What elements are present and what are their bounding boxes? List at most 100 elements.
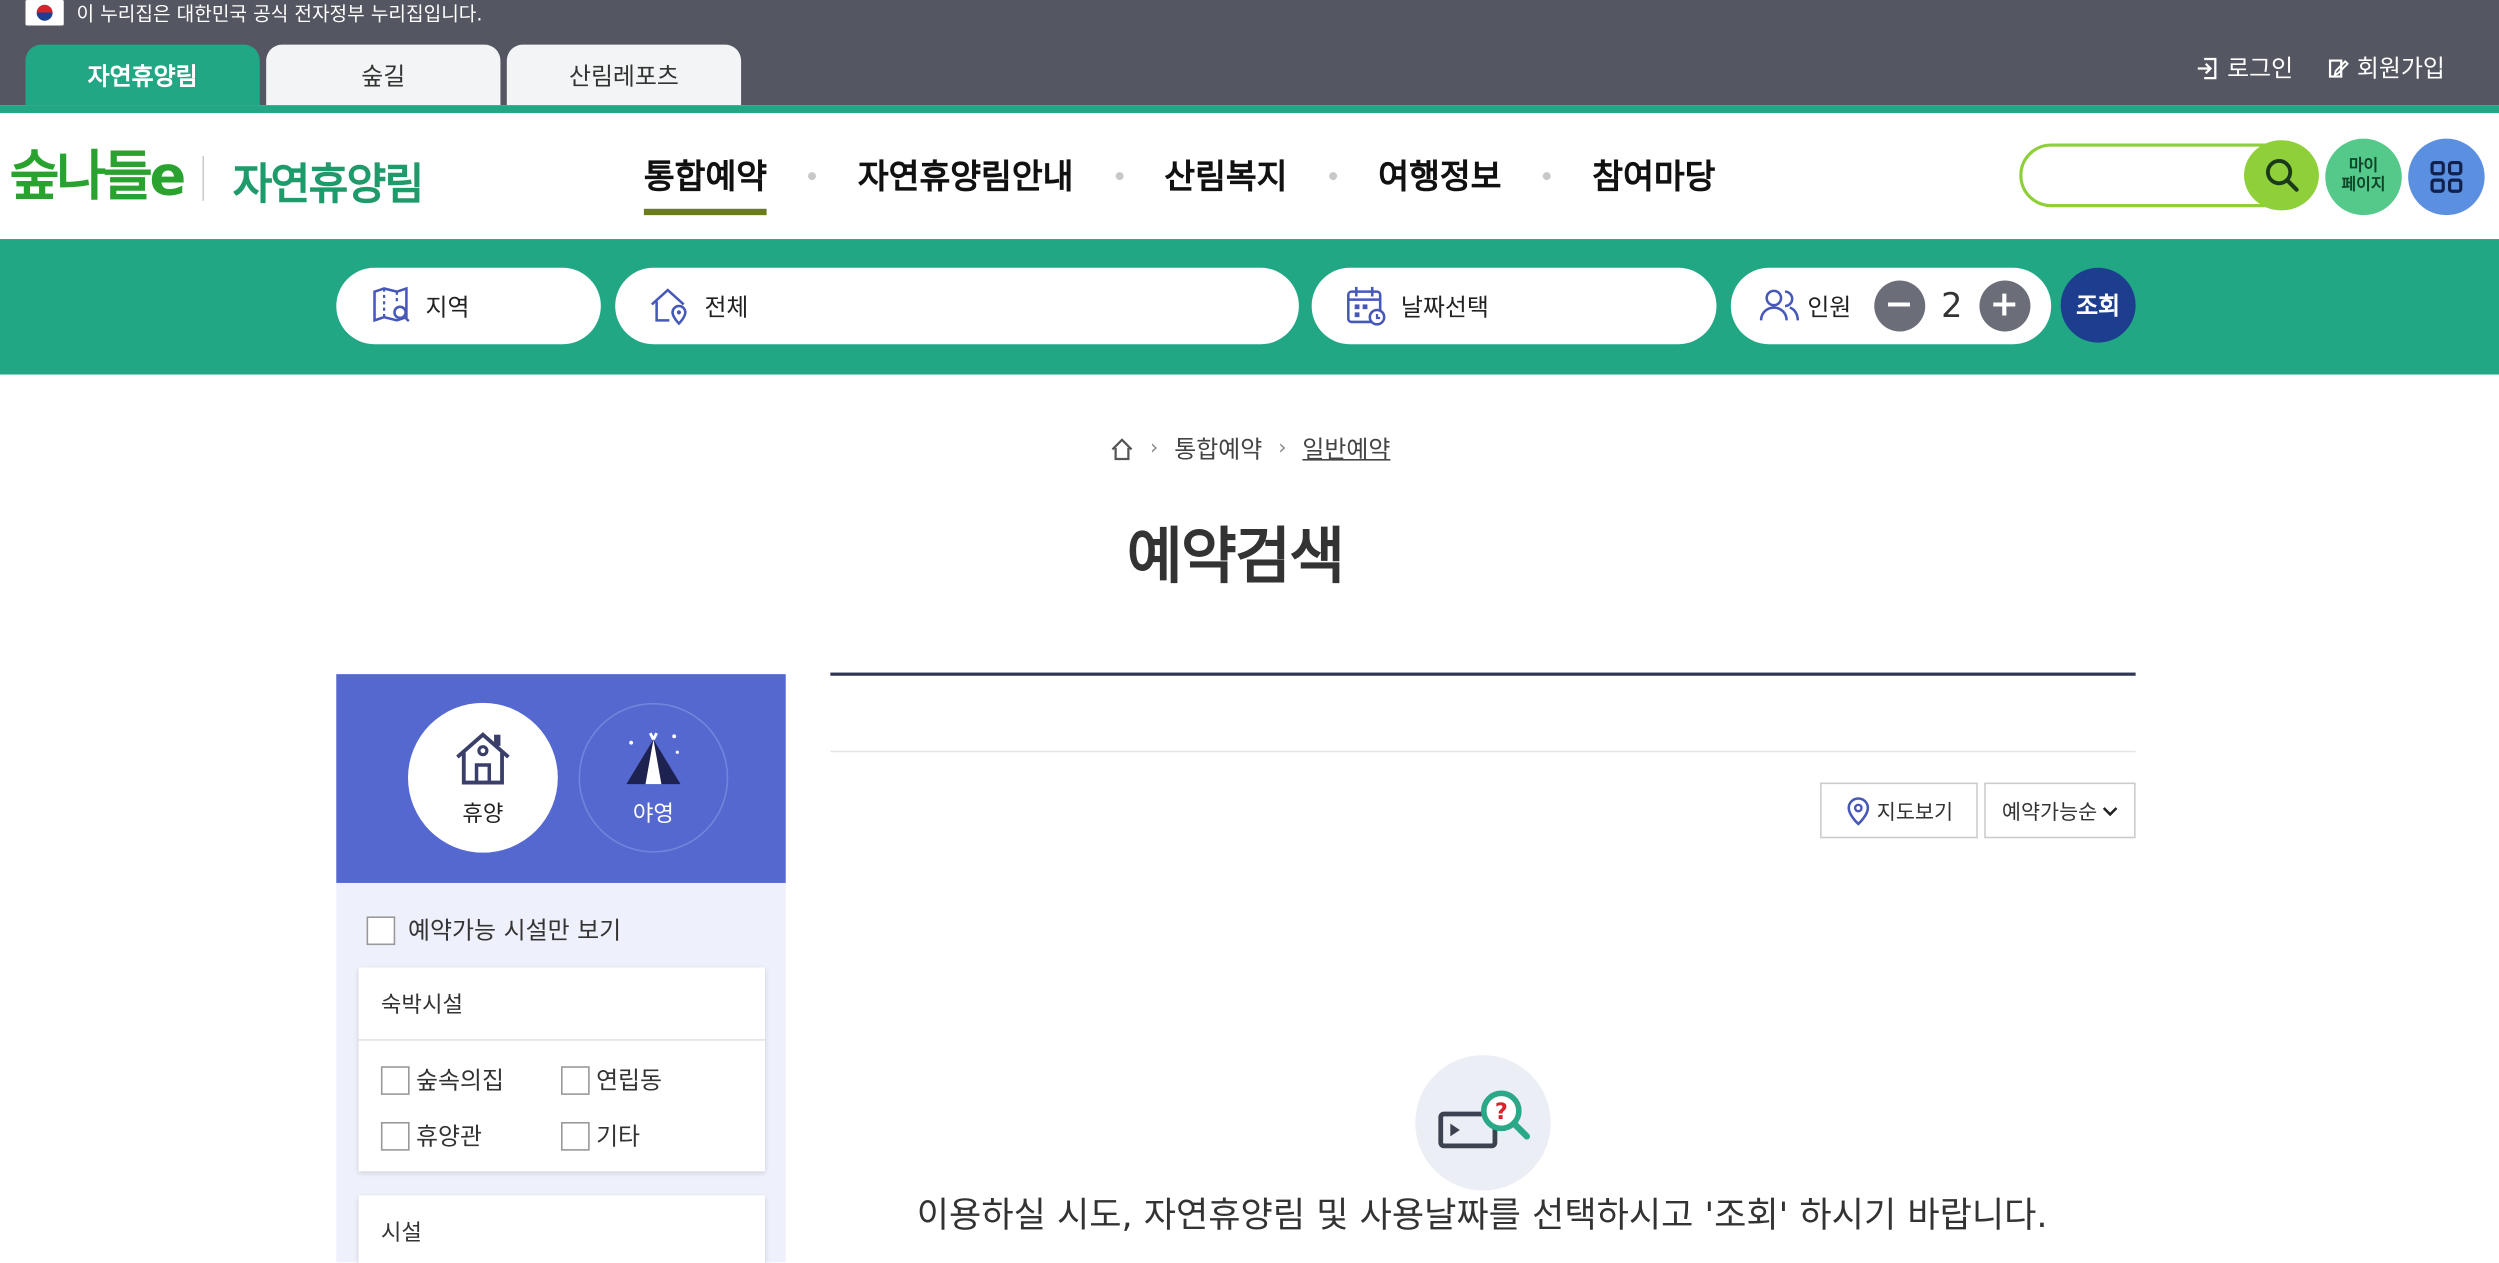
people-stepper: 인원 − 2 +: [1730, 267, 2052, 345]
empty-result-illustration: ?: [1415, 1055, 1551, 1191]
korea-flag-icon: [25, 0, 64, 26]
reservation-search-bar: 지역 전체 날짜선택 인원 − 2 + 조회: [0, 239, 2499, 375]
search-submit-button[interactable]: 조회: [2060, 267, 2136, 343]
site-tabs: 자연휴양림 숲길 산림레포츠: [25, 44, 742, 106]
checkbox[interactable]: [561, 1121, 590, 1150]
chevron-right-icon: ›: [1278, 436, 1287, 461]
login-label: 로그인: [2227, 54, 2294, 83]
nav-participation[interactable]: 참여마당: [1592, 151, 1715, 199]
region-select[interactable]: 지역: [336, 267, 601, 345]
location-pin-icon: [1846, 796, 1869, 825]
checkbox[interactable]: [380, 1121, 410, 1150]
type-rest-button[interactable]: 휴양: [408, 702, 558, 853]
resort-value: 전체: [704, 292, 749, 322]
home-icon[interactable]: [1109, 436, 1135, 462]
login-link[interactable]: 로그인: [2195, 51, 2293, 84]
empty-result-message: 이용하실 시도, 자연휴양림 및 사용날짜를 선택하시고 '조회' 하시기 바랍…: [916, 1196, 2048, 1237]
people-decrease-button[interactable]: −: [1873, 280, 1925, 332]
resort-select[interactable]: 전체: [615, 267, 1299, 345]
calendar-icon: [1347, 286, 1386, 326]
mypage-label-line2: 페이지: [2341, 176, 2386, 195]
nav-forest-welfare[interactable]: 산림복지: [1164, 151, 1287, 199]
login-icon: [2198, 57, 2218, 79]
option-label: 휴양관: [415, 1122, 482, 1151]
lodging-filter-title: 숙박시설: [358, 967, 765, 1041]
main-nav: 통합예약 자연휴양림안내 산림복지 여행정보 참여마당: [643, 151, 1715, 216]
type-camp-button[interactable]: 야영: [578, 702, 729, 853]
signup-label: 회원가입: [2356, 54, 2445, 83]
sort-value: 예약가능순: [2001, 801, 2098, 826]
lodging-option-row-house[interactable]: 연립동: [561, 1063, 741, 1096]
tab-forest-leisure[interactable]: 산림레포츠: [506, 44, 742, 106]
nav-separator: [1542, 171, 1551, 180]
people-label: 인원: [1807, 292, 1852, 322]
search-icon: [2265, 159, 2298, 192]
gov-notice: 이 누리집은 대한민국 공식 전자정부 누리집입니다.: [25, 0, 483, 26]
results-divider: [830, 750, 2136, 753]
tent-icon: [626, 732, 681, 785]
date-select[interactable]: 날짜선택: [1311, 267, 1717, 345]
facility-type-switch: 휴양 야영: [336, 674, 786, 883]
page-root: 이 누리집은 대한민국 공식 전자정부 누리집입니다. 자연휴양림 숲길 산림레…: [0, 0, 2499, 1263]
tab-forest-trail[interactable]: 숲길: [266, 44, 501, 106]
people-count: 2: [1941, 286, 1963, 326]
checkbox[interactable]: [561, 1065, 590, 1095]
option-label: 연립동: [596, 1066, 663, 1095]
sort-select[interactable]: 예약가능순: [1984, 782, 2136, 839]
signup-icon: [2328, 58, 2349, 77]
page-title: 예약검색: [1126, 521, 1345, 592]
breadcrumb-item-integrated[interactable]: 통합예약: [1174, 432, 1262, 465]
mypage-label-line1: 마이: [2348, 157, 2379, 176]
map-view-button[interactable]: 지도보기: [1820, 782, 1978, 839]
gov-bar: 이 누리집은 대한민국 공식 전자정부 누리집입니다. 자연휴양림 숲길 산림레…: [0, 0, 2499, 106]
header-accent-line: [0, 105, 2499, 114]
gov-notice-text: 이 누리집은 대한민국 공식 전자정부 누리집입니다.: [76, 2, 483, 25]
lodging-option-lodge[interactable]: 휴양관: [380, 1119, 561, 1152]
signup-link[interactable]: 회원가입: [2325, 51, 2445, 84]
site-search-button[interactable]: [2244, 140, 2319, 211]
grid-menu-icon: [2430, 160, 2463, 193]
nav-travel-info[interactable]: 여행정보: [1378, 151, 1501, 199]
date-value: 날짜선택: [1400, 292, 1489, 322]
chevron-down-icon: [2102, 806, 2118, 816]
chevron-right-icon: ›: [1150, 436, 1159, 461]
checkbox[interactable]: [380, 1065, 410, 1095]
type-rest-label: 휴양: [462, 801, 504, 828]
site-header: 숲나들e 자연휴양림 통합예약 자연휴양림안내 산림복지 여행정보 참여마당 마…: [0, 113, 2499, 240]
breadcrumb: › 통합예약 › 일반예약: [0, 432, 2499, 465]
checkbox[interactable]: [366, 915, 396, 945]
results-top-border: [830, 672, 2136, 676]
nav-separator: [1114, 171, 1123, 180]
people-icon: [1759, 289, 1800, 321]
available-only-checkbox[interactable]: 예약가능 시설만 보기: [366, 913, 622, 946]
svg-text:?: ?: [1494, 1098, 1507, 1124]
nav-forest-guide[interactable]: 자연휴양림안내: [858, 151, 1074, 199]
search-question-icon: ?: [1437, 1089, 1530, 1148]
nav-separator: [808, 171, 817, 180]
option-label: 숲속의집: [415, 1066, 504, 1095]
lodging-option-other[interactable]: 기타: [561, 1119, 741, 1152]
house-icon: [456, 732, 510, 785]
option-label: 기타: [596, 1122, 641, 1151]
map-view-label: 지도보기: [1876, 801, 1954, 826]
region-value: 지역: [425, 292, 470, 322]
filter-sidebar: 휴양 야영 예약가능 시설만 보기 숙박시설 숲속의집 연립동 휴양관 기타 시…: [336, 674, 786, 1263]
util-links: 로그인 회원가입: [2195, 51, 2445, 84]
map-search-icon: [373, 286, 410, 323]
logo-divider: [202, 156, 204, 201]
available-only-label: 예약가능 시설만 보기: [408, 916, 622, 946]
nav-separator: [1328, 171, 1337, 180]
all-menu-button[interactable]: [2408, 138, 2485, 216]
type-camp-label: 야영: [632, 801, 674, 828]
nav-integrated-reservation[interactable]: 통합예약: [643, 151, 768, 216]
breadcrumb-item-general[interactable]: 일반예약: [1302, 432, 1390, 465]
house-pin-icon: [650, 288, 687, 326]
lodging-option-forest-house[interactable]: 숲속의집: [380, 1063, 561, 1096]
logo-subtitle[interactable]: 자연휴양림: [233, 150, 425, 212]
tab-recreation-forest[interactable]: 자연휴양림: [25, 44, 260, 106]
lodging-filter: 숙박시설 숲속의집 연립동 휴양관 기타: [358, 967, 765, 1172]
people-increase-button[interactable]: +: [1978, 280, 2030, 332]
site-logo[interactable]: 숲나들e: [10, 132, 187, 210]
lodging-options: 숲속의집 연립동 휴양관 기타: [359, 1041, 765, 1153]
mypage-button[interactable]: 마이 페이지: [2325, 138, 2402, 216]
